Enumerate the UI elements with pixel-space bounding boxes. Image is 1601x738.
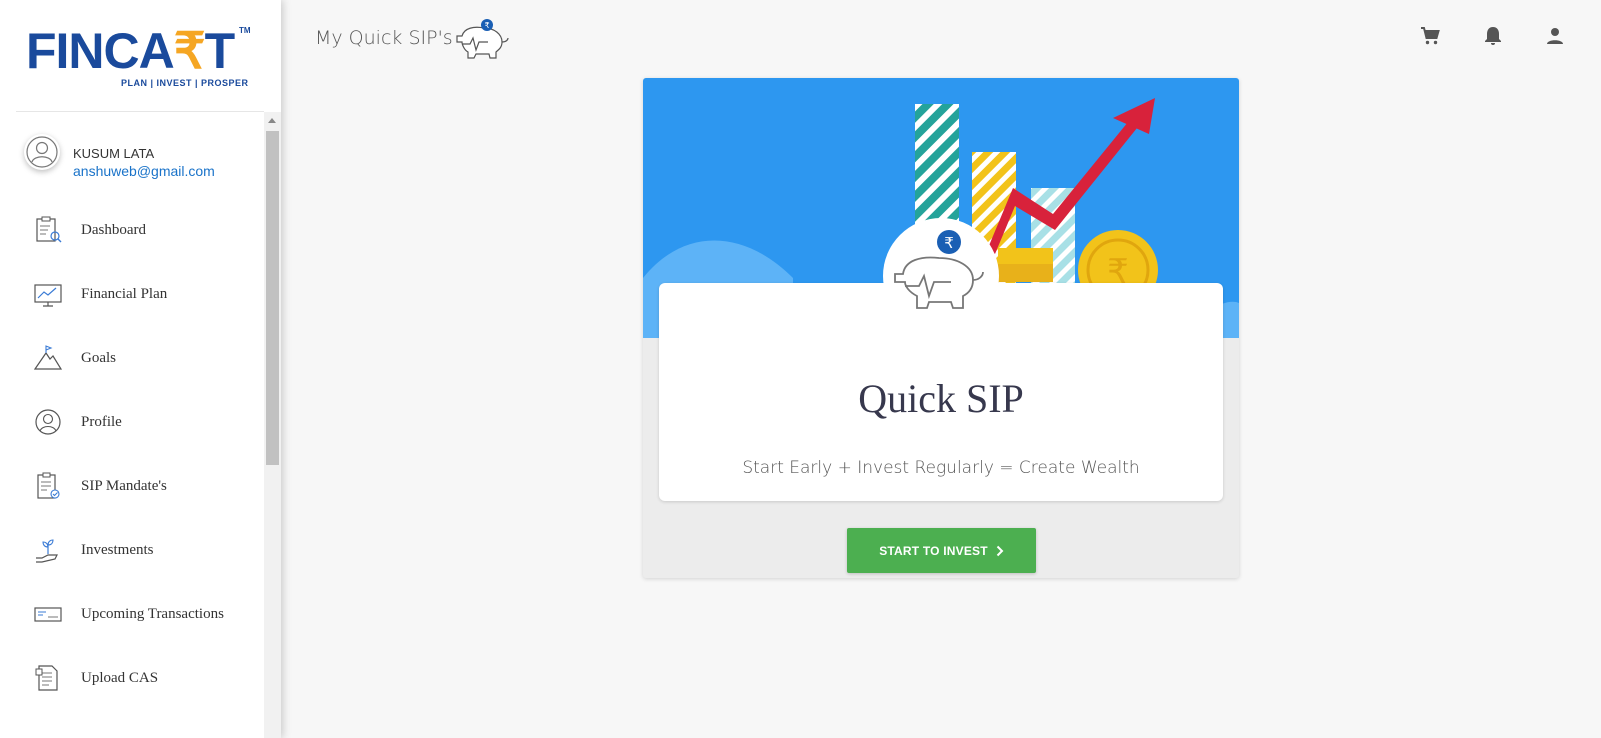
quick-sip-subtitle: Start Early + Invest Regularly = Create … — [742, 458, 1140, 478]
sidebar-item-upload-cas[interactable]: Upload CAS — [0, 653, 264, 703]
sidebar-item-label: Upcoming Transactions — [81, 606, 224, 622]
brand-logo[interactable]: FINCA₹T TM PLAN | INVEST | PROSPER — [16, 0, 264, 112]
sidebar-item-financial-plan[interactable]: Financial Plan — [0, 269, 264, 319]
sidebar-item-goals[interactable]: Goals — [0, 333, 264, 383]
user-email[interactable]: anshuweb@gmail.com — [73, 163, 215, 179]
scroll-up-arrow-icon[interactable] — [268, 118, 276, 123]
piggy-bank-badge-icon: ₹ — [883, 218, 999, 334]
sidebar: FINCA₹T TM PLAN | INVEST | PROSPER KUSUM… — [0, 0, 281, 738]
quick-sip-card: ₹ Quick SIP Start Early + Invest Regular… — [643, 78, 1239, 578]
sidebar-scroll-thumb[interactable] — [266, 131, 279, 465]
logo-text-part1: FINCA — [26, 23, 175, 79]
clipboard-check-icon — [37, 472, 60, 499]
chart-board-icon — [34, 284, 62, 307]
logo-tagline: PLAN | INVEST | PROSPER — [121, 78, 249, 88]
quick-sip-title: Quick SIP — [858, 376, 1024, 421]
sidebar-item-label: Upload CAS — [81, 670, 159, 686]
user-name: KUSUM LATA — [73, 146, 155, 161]
chevron-right-icon — [996, 545, 1004, 556]
sidebar-item-sip-mandates[interactable]: SIP Mandate's — [0, 461, 264, 511]
logo-trademark: TM — [239, 26, 251, 35]
sidebar-item-dashboard[interactable]: Dashboard — [0, 205, 264, 255]
badge-rupee: ₹ — [944, 234, 954, 252]
mountain-flag-icon — [33, 345, 63, 370]
hand-plant-icon — [36, 539, 58, 563]
avatar[interactable] — [24, 134, 60, 170]
logo-wordmark: FINCA₹T — [26, 23, 236, 79]
document-upload-icon — [35, 665, 58, 691]
logo-text-part2: T — [204, 23, 236, 79]
page-title: My Quick SIP's — [315, 27, 453, 49]
sidebar-item-label: Financial Plan — [81, 286, 168, 302]
sidebar-item-label: Investments — [81, 542, 154, 558]
sidebar-item-investments[interactable]: Investments — [0, 525, 264, 575]
dashboard-icon — [36, 216, 62, 243]
sidebar-item-label: Goals — [81, 350, 116, 366]
logo-rupee: ₹ — [173, 23, 206, 79]
user-info: KUSUM LATA anshuweb@gmail.com — [24, 134, 254, 184]
sidebar-item-label: Profile — [81, 414, 122, 430]
sidebar-item-label: Dashboard — [81, 222, 146, 238]
start-to-invest-label: START TO INVEST — [879, 543, 988, 558]
bell-icon[interactable] — [1481, 24, 1505, 48]
sidebar-item-label: SIP Mandate's — [81, 478, 167, 494]
piggy-bank-icon: ₹ — [456, 19, 509, 59]
user-avatar-icon — [26, 136, 58, 168]
sidebar-item-upcoming-transactions[interactable]: Upcoming Transactions — [0, 589, 264, 639]
sidebar-item-profile[interactable]: Profile — [0, 397, 264, 447]
user-circle-icon — [35, 409, 61, 435]
account-icon[interactable] — [1543, 24, 1567, 48]
start-to-invest-button[interactable]: START TO INVEST — [847, 528, 1036, 573]
cheque-icon — [34, 607, 62, 622]
rupee-symbol: ₹ — [484, 21, 489, 30]
cart-icon[interactable] — [1418, 24, 1442, 48]
